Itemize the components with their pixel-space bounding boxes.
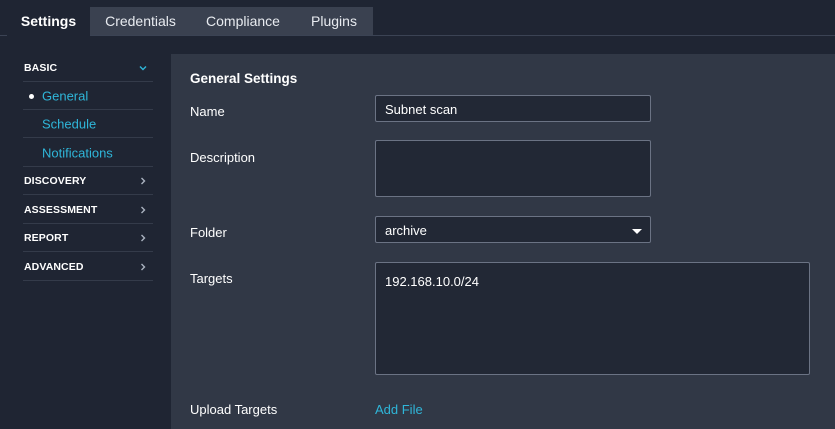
chevron-right-icon bbox=[141, 177, 146, 185]
sidebar-section-label: ADVANCED bbox=[24, 260, 84, 273]
folder-select[interactable]: archive bbox=[375, 216, 651, 243]
tab-compliance[interactable]: Compliance bbox=[191, 7, 295, 35]
targets-field[interactable]: 192.168.10.0/24 bbox=[375, 262, 810, 375]
tab-bar: Settings Credentials Compliance Plugins bbox=[0, 0, 835, 37]
tab-settings[interactable]: Settings bbox=[7, 7, 90, 37]
targets-value: 192.168.10.0/24 bbox=[385, 274, 479, 289]
name-input[interactable]: Subnet scan bbox=[375, 95, 651, 122]
upload-targets-label: Upload Targets bbox=[190, 402, 278, 417]
sidebar-item-schedule[interactable]: Schedule bbox=[23, 110, 153, 138]
sidebar-section-label: BASIC bbox=[24, 61, 58, 74]
sidebar-section-basic[interactable]: BASIC bbox=[23, 54, 153, 82]
caret-down-icon bbox=[632, 229, 642, 234]
description-label: Description bbox=[190, 150, 256, 165]
sidebar-section-label: REPORT bbox=[24, 231, 69, 244]
chevron-down-icon bbox=[139, 66, 147, 71]
add-file-link[interactable]: Add File bbox=[375, 402, 423, 417]
general-settings-panel: General Settings Name Subnet scan Descri… bbox=[171, 54, 835, 429]
sidebar-section-discovery[interactable]: DISCOVERY bbox=[23, 167, 153, 195]
sidebar-section-label: ASSESSMENT bbox=[24, 203, 98, 216]
page-title: General Settings bbox=[190, 71, 298, 86]
chevron-right-icon bbox=[141, 263, 146, 271]
sidebar: BASIC General Schedule Notifications DIS… bbox=[16, 54, 154, 429]
sidebar-item-label: Schedule bbox=[42, 116, 97, 131]
tab-credentials[interactable]: Credentials bbox=[90, 7, 191, 35]
chevron-right-icon bbox=[141, 206, 146, 214]
chevron-right-icon bbox=[141, 234, 146, 242]
folder-value: archive bbox=[385, 223, 427, 238]
sidebar-section-assessment[interactable]: ASSESSMENT bbox=[23, 196, 153, 224]
sidebar-section-advanced[interactable]: ADVANCED bbox=[23, 253, 153, 281]
name-label: Name bbox=[190, 104, 225, 119]
targets-label: Targets bbox=[190, 271, 233, 286]
sidebar-section-label: DISCOVERY bbox=[24, 174, 87, 187]
sidebar-item-label: General bbox=[42, 88, 89, 103]
description-field[interactable] bbox=[375, 140, 651, 197]
sidebar-item-label: Notifications bbox=[42, 145, 113, 160]
sidebar-item-general[interactable]: General bbox=[23, 82, 153, 110]
folder-label: Folder bbox=[190, 225, 227, 240]
sidebar-section-report[interactable]: REPORT bbox=[23, 224, 153, 252]
tab-plugins[interactable]: Plugins bbox=[295, 7, 373, 35]
name-value: Subnet scan bbox=[385, 102, 458, 117]
sidebar-item-notifications[interactable]: Notifications bbox=[23, 139, 153, 167]
